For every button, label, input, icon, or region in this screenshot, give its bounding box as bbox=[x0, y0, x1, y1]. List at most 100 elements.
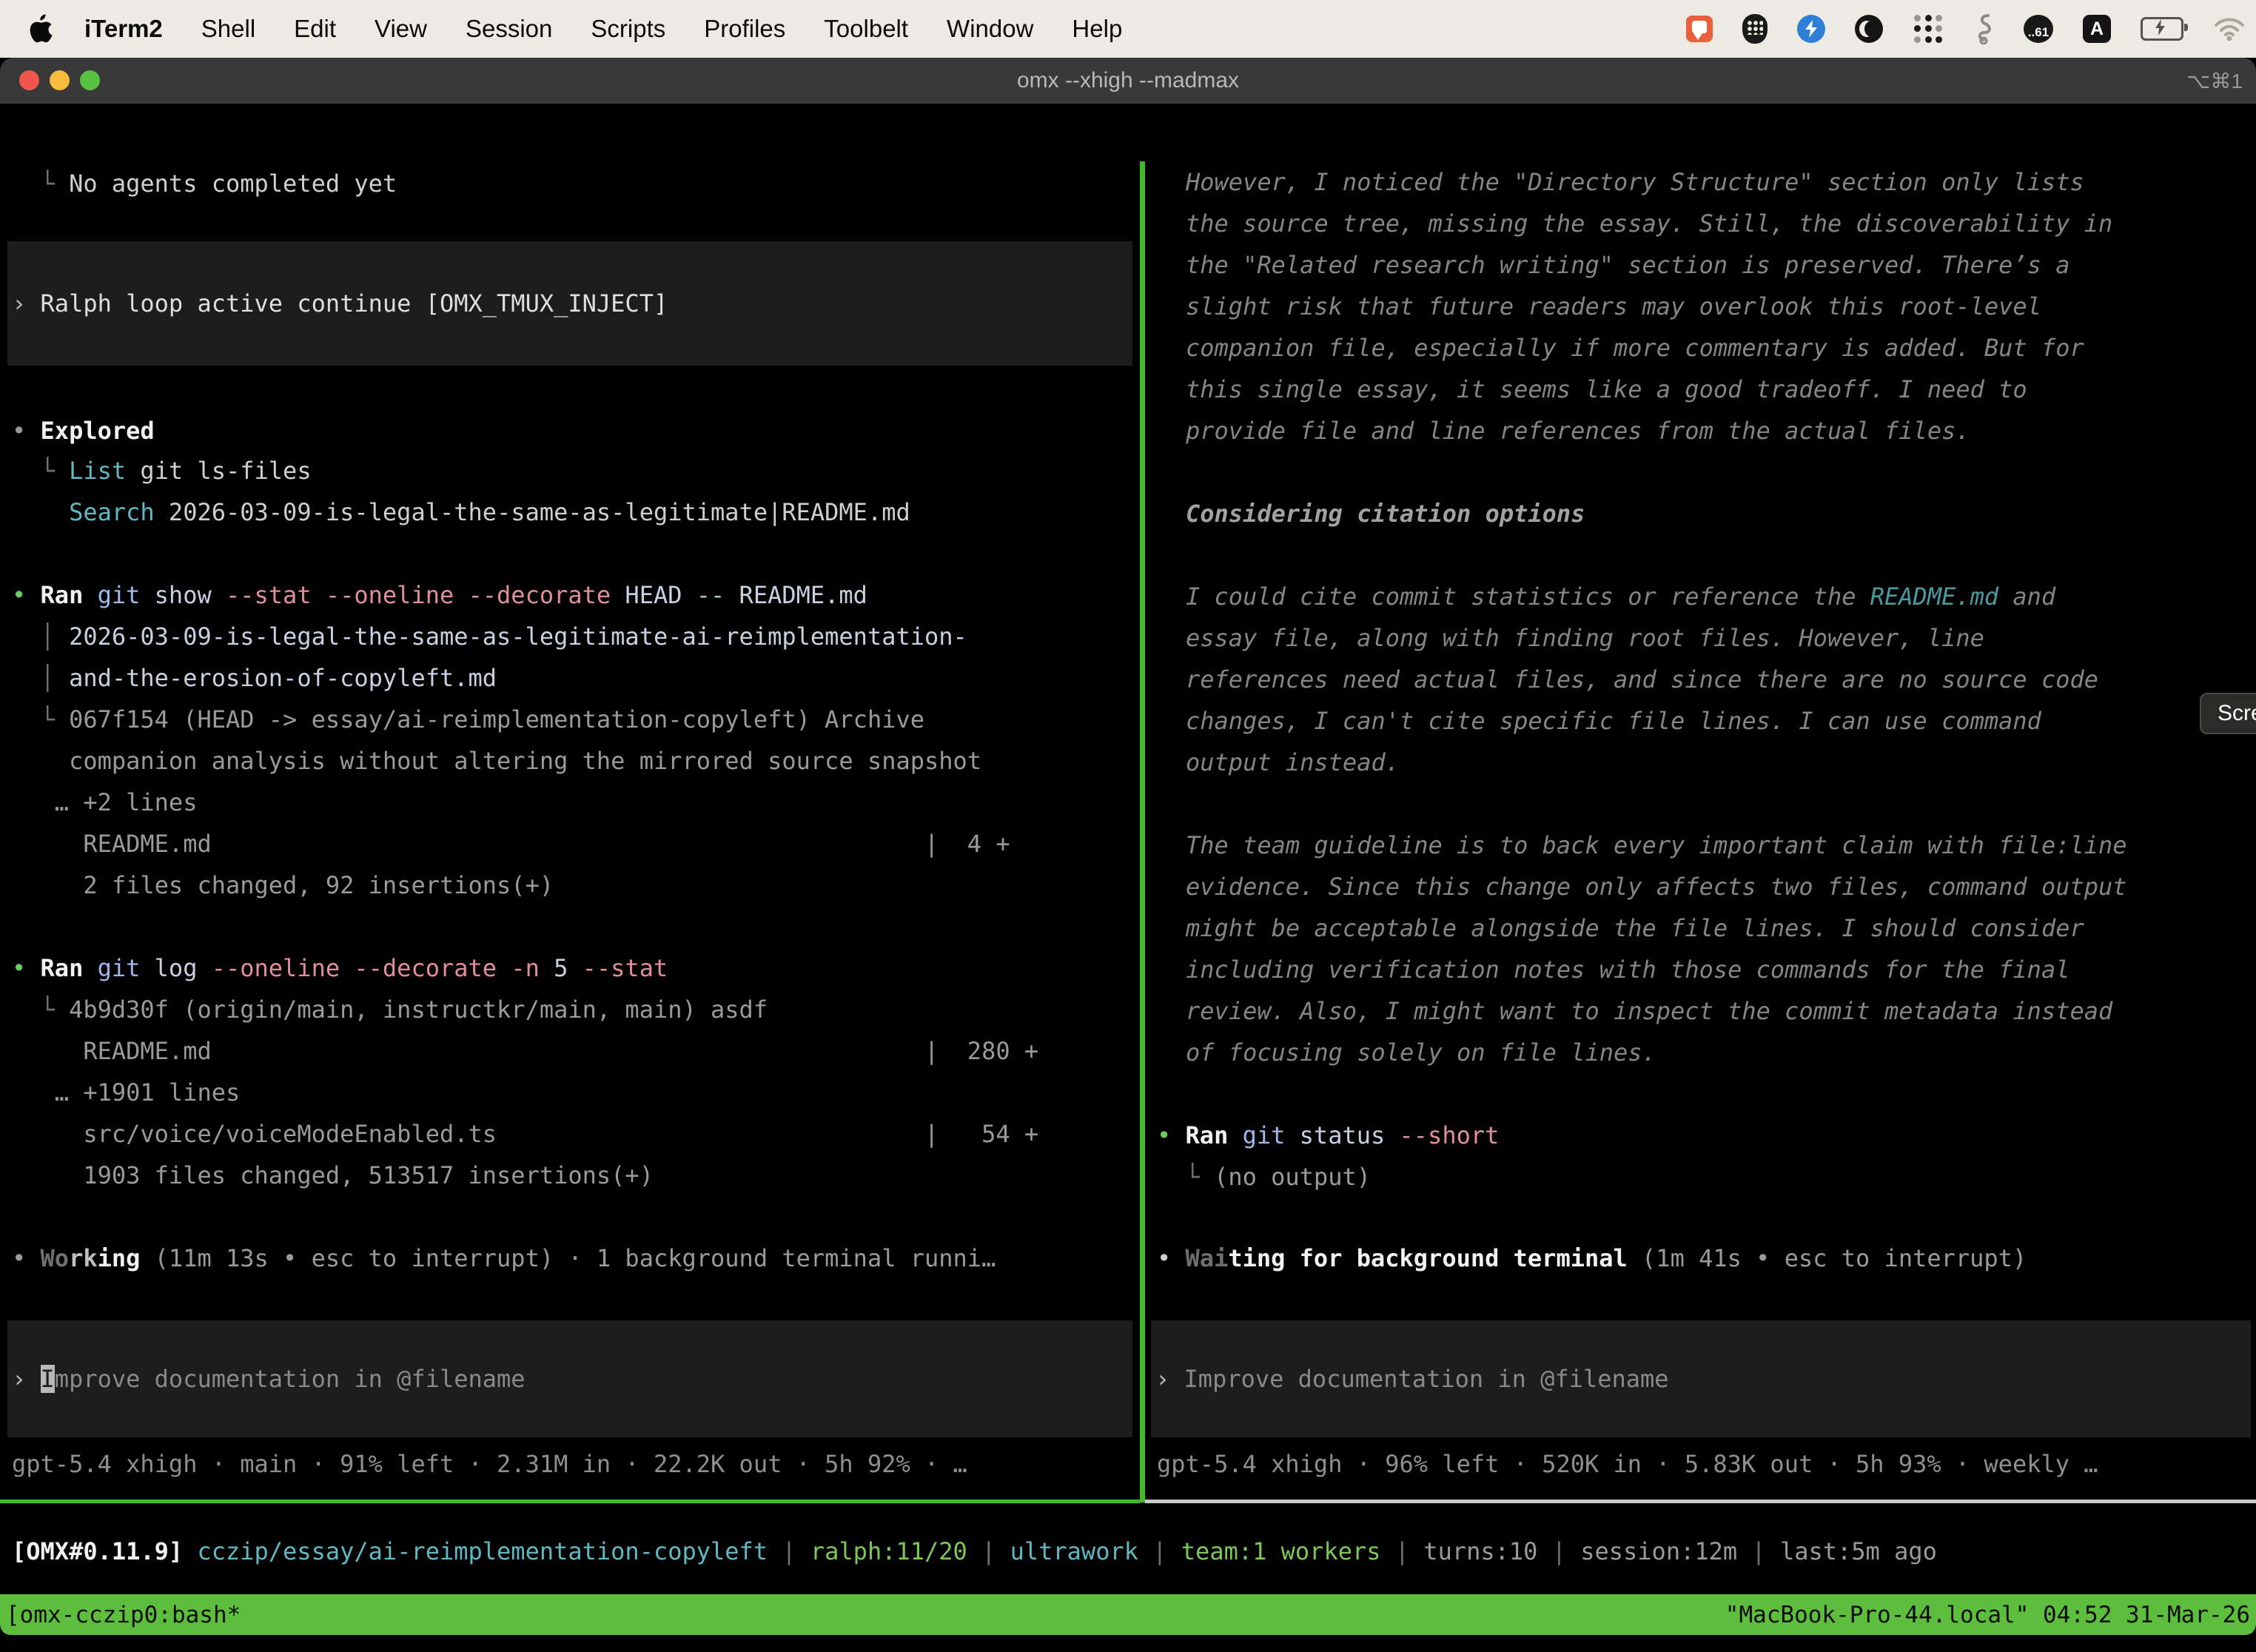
window-title-bar[interactable]: omx --xhigh --madmax ⌥⌘1 bbox=[0, 58, 2256, 104]
text-segment: evidence. Since this change only affects… bbox=[1186, 873, 2127, 901]
text-segment: Ran bbox=[41, 581, 84, 609]
tmux-pane-divider[interactable] bbox=[1140, 161, 1145, 1502]
terminal-line: evidence. Since this change only affects… bbox=[1186, 866, 2127, 907]
menu-item-toolbelt[interactable]: Toolbelt bbox=[805, 15, 927, 43]
text-segment: show bbox=[140, 581, 211, 609]
ralph-loop-banner: › Ralph loop active continue [OMX_TMUX_I… bbox=[7, 241, 1132, 366]
text-segment: references need actual files, and since … bbox=[1186, 665, 2098, 694]
text-segment: turns:10 bbox=[1423, 1537, 1537, 1565]
tmux-session-label: [omx-cczip0:bash* bbox=[6, 1602, 241, 1628]
apple-logo-icon[interactable] bbox=[28, 14, 53, 44]
terminal-line: └ (no output) bbox=[1157, 1156, 1371, 1198]
wifi-icon[interactable] bbox=[2213, 16, 2246, 41]
right-pane[interactable]: › Improve documentation in @filename gpt… bbox=[1145, 161, 2256, 1501]
zoom-window-button[interactable] bbox=[80, 70, 100, 90]
banner-prompt: › bbox=[12, 289, 41, 318]
inactive-pane-border bbox=[1145, 1500, 2256, 1503]
text-segment: last:5m ago bbox=[1780, 1537, 1937, 1565]
text-segment: Wai bbox=[1186, 1244, 1229, 1272]
terminal-line: of focusing solely on file lines. bbox=[1186, 1032, 1656, 1073]
terminal-line: The team guideline is to back every impo… bbox=[1186, 825, 2127, 866]
left-prompt-input[interactable]: › Improve documentation in @filename bbox=[7, 1320, 1132, 1437]
text-segment: Wo bbox=[41, 1244, 70, 1272]
squiggle-icon[interactable] bbox=[1975, 13, 1994, 44]
menu-item-scripts[interactable]: Scripts bbox=[571, 15, 685, 43]
text-segment: └ bbox=[12, 995, 69, 1024]
menu-item-view[interactable]: View bbox=[355, 15, 446, 43]
screen-mirroring-icon[interactable] bbox=[1686, 16, 1713, 42]
text-segment: slight risk that future readers may over… bbox=[1186, 292, 2041, 320]
text-segment: companion analysis without altering the … bbox=[12, 747, 981, 775]
left-pane[interactable]: › Ralph loop active continue [OMX_TMUX_I… bbox=[0, 161, 1140, 1501]
text-segment: HEAD bbox=[611, 581, 682, 609]
text-segment: The team guideline is to back every impo… bbox=[1186, 831, 2127, 859]
macos-menu-bar: iTerm2ShellEditViewSessionScriptsProfile… bbox=[0, 0, 2256, 58]
menu-item-profiles[interactable]: Profiles bbox=[685, 15, 805, 43]
terminal-line: review. Also, I might want to inspect th… bbox=[1186, 990, 2112, 1032]
text-segment: │ bbox=[12, 664, 69, 692]
text-segment: and bbox=[1998, 582, 2055, 611]
text-segment: └ bbox=[12, 169, 69, 198]
right-prompt-input[interactable]: › Improve documentation in @filename bbox=[1151, 1320, 2251, 1437]
terminal-line: However, I noticed the "Directory Struct… bbox=[1186, 161, 2084, 203]
terminal-line: companion analysis without altering the … bbox=[12, 740, 981, 782]
menu-item-help[interactable]: Help bbox=[1053, 15, 1141, 43]
text-segment: the source tree, missing the essay. Stil… bbox=[1186, 209, 2112, 238]
menu-status-icons: ..61 A bbox=[1686, 0, 2246, 58]
badge-61-icon[interactable]: ..61 bbox=[2024, 15, 2053, 43]
text-segment: | bbox=[1737, 1537, 1780, 1565]
text-segment: --short bbox=[1385, 1121, 1499, 1149]
terminal-line: might be acceptable alongside the file l… bbox=[1186, 907, 2084, 949]
battery-bolt bbox=[2153, 19, 2168, 36]
screen-tooltip: Scre bbox=[2200, 693, 2256, 734]
terminal-line: Considering citation options bbox=[1186, 493, 1585, 534]
menu-item-edit[interactable]: Edit bbox=[275, 15, 355, 43]
terminal-line: provide file and line references from th… bbox=[1186, 410, 1970, 451]
text-segment: … +1901 lines bbox=[12, 1078, 240, 1107]
banner-text: Ralph loop active continue [OMX_TMUX_INJ… bbox=[41, 289, 668, 318]
text-segment: • bbox=[1157, 1244, 1186, 1272]
text-segment: └ bbox=[1157, 1163, 1214, 1191]
input-prompt: › bbox=[12, 1365, 41, 1393]
text-segment bbox=[12, 498, 69, 526]
text-segment: src/voice/voiceModeEnabled.ts | 54 + bbox=[12, 1120, 1038, 1148]
menu-item-session[interactable]: Session bbox=[446, 15, 571, 43]
text-segment: review. Also, I might want to inspect th… bbox=[1186, 997, 2112, 1025]
text-segment: README.md | 4 + bbox=[12, 830, 1010, 858]
terminal-line: this single essay, it seems like a good … bbox=[1186, 369, 2027, 410]
terminal-line: the source tree, missing the essay. Stil… bbox=[1186, 203, 2112, 244]
tmux-host-time-label: "MacBook-Pro-44.local" 04:52 31-Mar-26 bbox=[1725, 1602, 2250, 1628]
text-segment: session:12m bbox=[1580, 1537, 1737, 1565]
text-segment: Ran bbox=[41, 954, 84, 982]
tab-shortcut-label: ⌥⌘1 bbox=[2186, 69, 2243, 93]
blue-bolt-badge-icon[interactable] bbox=[1797, 15, 1825, 43]
terminal-line: • Ran git status --short bbox=[1157, 1115, 1499, 1156]
text-segment: output instead. bbox=[1186, 748, 1400, 776]
crescent-circle-icon[interactable] bbox=[1855, 15, 1883, 43]
text-segment: --oneline bbox=[197, 954, 340, 982]
menu-items: iTerm2ShellEditViewSessionScriptsProfile… bbox=[68, 15, 1141, 43]
text-segment: • bbox=[1157, 1121, 1186, 1149]
terminal-line: │ 2026-03-09-is-legal-the-same-as-legiti… bbox=[12, 616, 967, 657]
menu-item-window[interactable]: Window bbox=[927, 15, 1053, 43]
shield-dots bbox=[1747, 20, 1763, 35]
terminal-line: README.md | 4 + bbox=[12, 823, 1010, 864]
terminal-line: output instead. bbox=[1186, 742, 1400, 783]
battery-icon[interactable] bbox=[2141, 17, 2183, 41]
menu-item-iterm2[interactable]: iTerm2 bbox=[68, 15, 182, 43]
keyboard-layout-icon[interactable]: A bbox=[2083, 15, 2111, 43]
minimize-window-button[interactable] bbox=[50, 70, 70, 90]
terminal-line: slight risk that future readers may over… bbox=[1186, 286, 2041, 327]
shield-grid-icon[interactable] bbox=[1742, 14, 1767, 44]
text-segment: --stat bbox=[212, 581, 312, 609]
dots-grid-icon[interactable] bbox=[1913, 13, 1945, 45]
text-segment: -- bbox=[682, 581, 725, 609]
text-segment: --decorate bbox=[340, 954, 497, 982]
text-segment: Considering citation options bbox=[1186, 500, 1585, 528]
text-segment: git ls-files bbox=[126, 457, 311, 485]
text-segment: essay file, along with finding root file… bbox=[1186, 624, 1984, 652]
terminal-line: 1903 files changed, 513517 insertions(+) bbox=[12, 1155, 654, 1196]
menu-item-shell[interactable]: Shell bbox=[182, 15, 275, 43]
close-window-button[interactable] bbox=[19, 70, 39, 90]
terminal-line: Search 2026-03-09-is-legal-the-same-as-l… bbox=[12, 491, 910, 533]
